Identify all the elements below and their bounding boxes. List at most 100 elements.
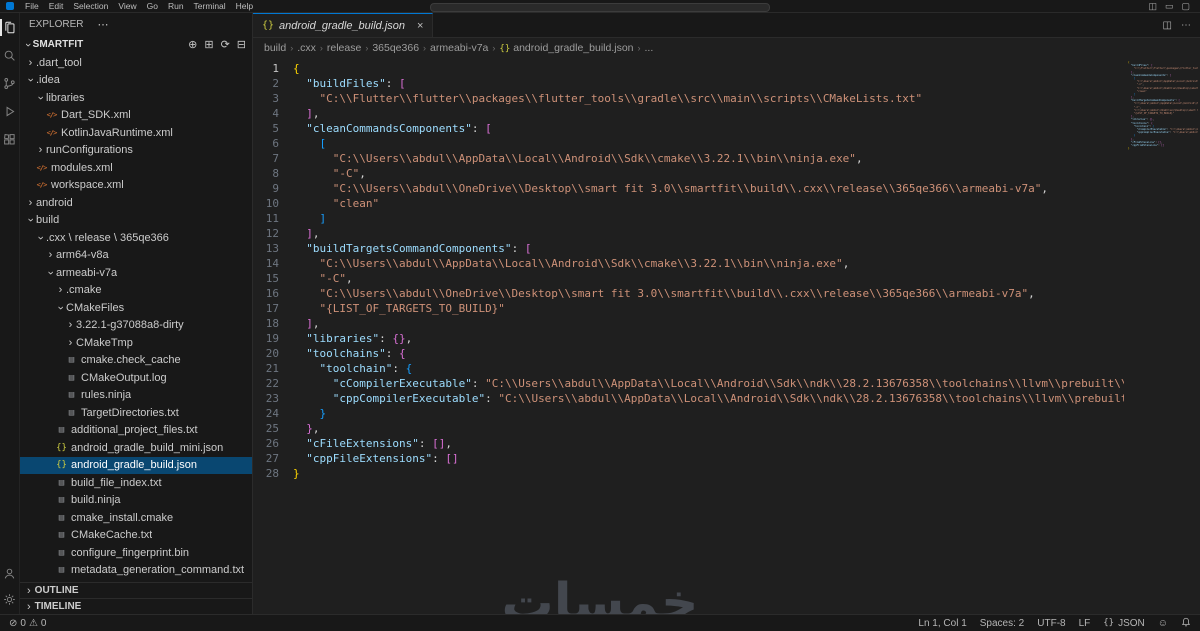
line-number[interactable]: 26 bbox=[253, 436, 279, 451]
menu-item-terminal[interactable]: Terminal bbox=[194, 1, 226, 11]
line-number[interactable]: 2 bbox=[253, 76, 279, 91]
tree-item[interactable]: ▤metadata_generation_command.txt bbox=[20, 562, 252, 580]
line-number[interactable]: 9 bbox=[253, 181, 279, 196]
code-line[interactable]: "libraries": {}, bbox=[293, 331, 1161, 346]
line-number[interactable]: 6 bbox=[253, 136, 279, 151]
tree-item[interactable]: ›CMakeFiles bbox=[20, 299, 252, 317]
problems-indicator[interactable]: ⊘ 0 ⚠ 0 bbox=[9, 618, 46, 629]
tree-item[interactable]: ›.idea bbox=[20, 72, 252, 90]
menu-item-view[interactable]: View bbox=[118, 1, 136, 11]
tree-item[interactable]: {}android_gradle_build_mini.json bbox=[20, 439, 252, 457]
breadcrumb-item[interactable]: armeabi-v7a bbox=[430, 42, 488, 54]
tree-item[interactable]: ›armeabi-v7a bbox=[20, 264, 252, 282]
breadcrumb-item[interactable]: ... bbox=[645, 42, 654, 54]
tab-android-gradle-build-json[interactable]: {} android_gradle_build.json × bbox=[253, 13, 433, 37]
line-number[interactable]: 1 bbox=[253, 61, 279, 76]
line-number[interactable]: 22 bbox=[253, 376, 279, 391]
explorer-more-icon[interactable]: ⋯ bbox=[97, 18, 108, 31]
code-line[interactable]: "cppFileExtensions": [] bbox=[293, 451, 1161, 466]
status-item[interactable]: Ln 1, Col 1 bbox=[918, 618, 966, 629]
project-section-header[interactable]: › SMARTFIT ⊕ ⊞ ⟳ ⊟ bbox=[20, 35, 252, 54]
line-number[interactable]: 11 bbox=[253, 211, 279, 226]
code-line[interactable]: "{LIST_OF_TARGETS_TO_BUILD}" bbox=[293, 301, 1161, 316]
code-line[interactable]: { bbox=[293, 61, 1161, 76]
code-line[interactable]: "C:\\Users\\abdul\\AppData\\Local\\Andro… bbox=[293, 151, 1161, 166]
breadcrumb-item[interactable]: release bbox=[327, 42, 361, 54]
tree-item[interactable]: ›CMakeTmp bbox=[20, 334, 252, 352]
code-line[interactable]: "toolchain": { bbox=[293, 361, 1161, 376]
account-icon[interactable] bbox=[0, 567, 19, 580]
code-line[interactable]: "toolchains": { bbox=[293, 346, 1161, 361]
more-actions-icon[interactable]: ⋯ bbox=[1181, 20, 1191, 31]
tree-item[interactable]: ▤configure_fingerprint.bin bbox=[20, 544, 252, 562]
code-line[interactable]: } bbox=[293, 466, 1161, 481]
tree-item[interactable]: ▤cmake.check_cache bbox=[20, 352, 252, 370]
tree-item[interactable]: ▤rules.ninja bbox=[20, 387, 252, 405]
menu-item-help[interactable]: Help bbox=[236, 1, 253, 11]
language-mode[interactable]: {} JSON bbox=[1103, 618, 1145, 629]
code-editor[interactable]: 1234567891011121314151617181920212223242… bbox=[253, 58, 1200, 614]
line-number[interactable]: 21 bbox=[253, 361, 279, 376]
code-line[interactable]: "-C", bbox=[293, 271, 1161, 286]
tree-item[interactable]: ▤TargetDirectories.txt bbox=[20, 404, 252, 422]
menu-item-file[interactable]: File bbox=[25, 1, 39, 11]
menu-item-go[interactable]: Go bbox=[147, 1, 158, 11]
tree-item[interactable]: ▤cmake_install.cmake bbox=[20, 509, 252, 527]
tree-item[interactable]: </>Dart_SDK.xml bbox=[20, 107, 252, 125]
status-item[interactable]: UTF-8 bbox=[1037, 618, 1065, 629]
menu-item-run[interactable]: Run bbox=[168, 1, 184, 11]
code-line[interactable]: ], bbox=[293, 106, 1161, 121]
extensions-icon[interactable] bbox=[0, 133, 19, 146]
code-line[interactable]: "C:\\Users\\abdul\\AppData\\Local\\Andro… bbox=[293, 256, 1161, 271]
tree-item[interactable]: ›arm64-v8a bbox=[20, 247, 252, 265]
breadcrumb-item[interactable]: 365qe366 bbox=[372, 42, 419, 54]
run-debug-icon[interactable] bbox=[0, 105, 19, 118]
code-line[interactable]: "cleanCommandsComponents": [ bbox=[293, 121, 1161, 136]
line-number[interactable]: 14 bbox=[253, 256, 279, 271]
settings-gear-icon[interactable] bbox=[0, 593, 19, 606]
code-line[interactable]: "-C", bbox=[293, 166, 1161, 181]
status-item[interactable]: Spaces: 2 bbox=[980, 618, 1024, 629]
outline-section[interactable]: › OUTLINE bbox=[20, 582, 252, 598]
tree-item[interactable]: </>KotlinJavaRuntime.xml bbox=[20, 124, 252, 142]
code-line[interactable]: [ bbox=[293, 136, 1161, 151]
tree-item[interactable]: </>modules.xml bbox=[20, 159, 252, 177]
code-line[interactable]: }, bbox=[293, 421, 1161, 436]
line-number[interactable]: 23 bbox=[253, 391, 279, 406]
tree-item[interactable]: ▤build_file_index.txt bbox=[20, 474, 252, 492]
refresh-icon[interactable]: ⟳ bbox=[221, 38, 230, 51]
tree-item-selected[interactable]: {}android_gradle_build.json bbox=[20, 457, 252, 475]
close-icon[interactable]: × bbox=[417, 20, 423, 32]
line-number[interactable]: 8 bbox=[253, 166, 279, 181]
layout-control-icon-1[interactable]: ◫ bbox=[1148, 1, 1157, 12]
line-number[interactable]: 24 bbox=[253, 406, 279, 421]
tree-item[interactable]: ›runConfigurations bbox=[20, 142, 252, 160]
code-line[interactable]: ], bbox=[293, 226, 1161, 241]
menu-item-selection[interactable]: Selection bbox=[73, 1, 108, 11]
line-number[interactable]: 20 bbox=[253, 346, 279, 361]
line-number[interactable]: 5 bbox=[253, 121, 279, 136]
tree-item[interactable]: </>workspace.xml bbox=[20, 177, 252, 195]
line-number[interactable]: 4 bbox=[253, 106, 279, 121]
line-number[interactable]: 13 bbox=[253, 241, 279, 256]
line-number[interactable]: 19 bbox=[253, 331, 279, 346]
code-line[interactable]: } bbox=[293, 406, 1161, 421]
code-line[interactable]: "clean" bbox=[293, 196, 1161, 211]
tree-item[interactable]: ›.dart_tool bbox=[20, 54, 252, 72]
code-line[interactable]: "cppCompilerExecutable": "C:\\Users\\abd… bbox=[293, 391, 1161, 406]
collapse-all-icon[interactable]: ⊟ bbox=[237, 38, 246, 51]
tree-item[interactable]: ▤CMakeCache.txt bbox=[20, 527, 252, 545]
tree-item[interactable]: ›.cmake bbox=[20, 282, 252, 300]
minimap[interactable]: { "buildFiles": [ "C:\\Flutter\\flutter\… bbox=[1124, 58, 1200, 614]
line-number[interactable]: 28 bbox=[253, 466, 279, 481]
code-line[interactable]: "C:\\Users\\abdul\\OneDrive\\Desktop\\sm… bbox=[293, 181, 1161, 196]
layout-control-icon-3[interactable]: ▢ bbox=[1181, 1, 1190, 12]
line-number[interactable]: 10 bbox=[253, 196, 279, 211]
line-number[interactable]: 25 bbox=[253, 421, 279, 436]
explorer-icon[interactable] bbox=[0, 21, 19, 34]
split-editor-icon[interactable]: ◫ bbox=[1163, 20, 1172, 31]
code-line[interactable]: "cFileExtensions": [], bbox=[293, 436, 1161, 451]
code-line[interactable]: "C:\\Users\\abdul\\OneDrive\\Desktop\\sm… bbox=[293, 286, 1161, 301]
tree-item[interactable]: ▤build.ninja bbox=[20, 492, 252, 510]
breadcrumb-item[interactable]: .cxx bbox=[297, 42, 316, 54]
